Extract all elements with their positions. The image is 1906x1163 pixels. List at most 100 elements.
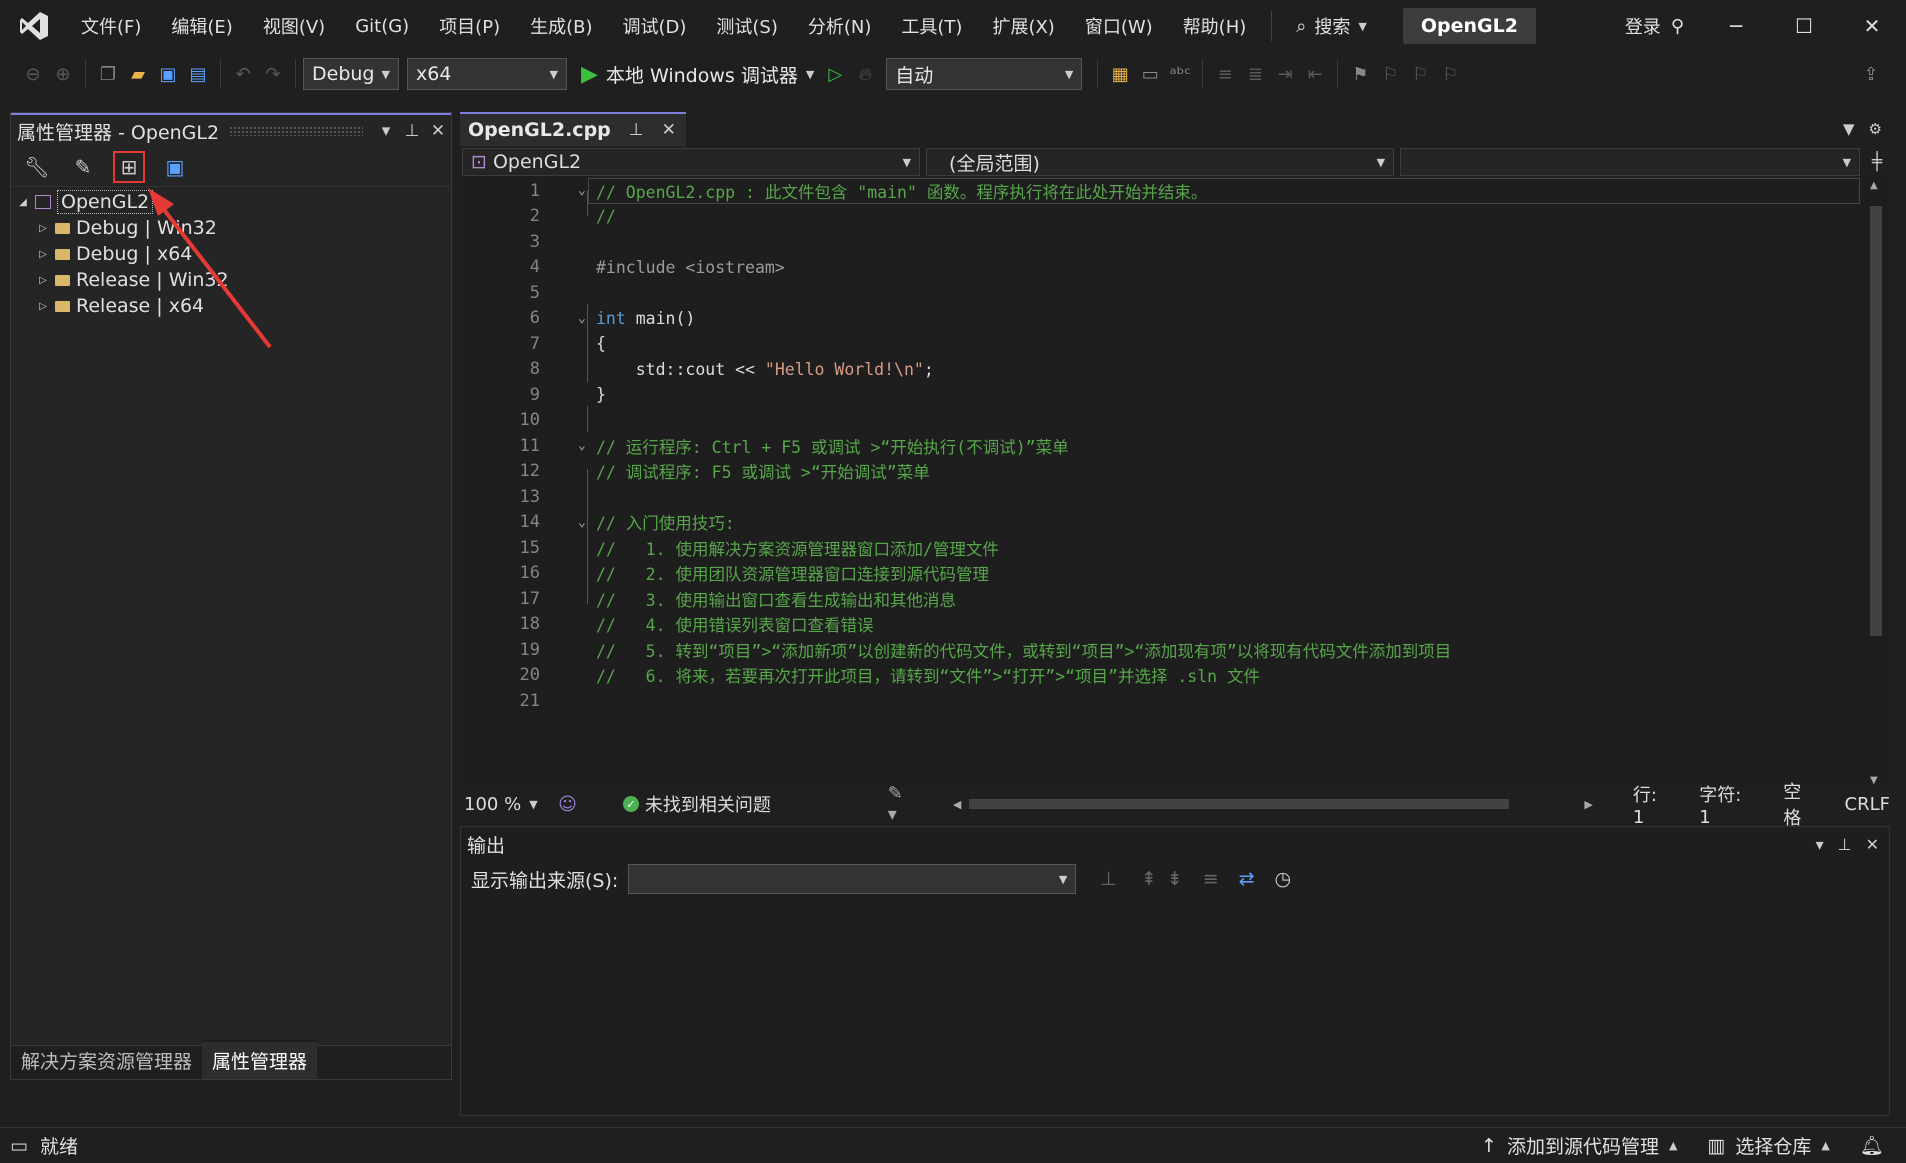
project-nav-select[interactable]: ⊡ OpenGL2 ▼	[462, 148, 921, 176]
split-icon[interactable]: ╪	[1866, 152, 1888, 172]
solution-explorer-icon[interactable]: ▦	[1105, 59, 1135, 89]
hot-reload-icon[interactable]: 🔥︎	[850, 59, 880, 89]
scope-nav-select[interactable]: (全局范围) ▼	[926, 148, 1395, 176]
live-share-icon[interactable]: ⇪	[1856, 59, 1886, 89]
indent-icon[interactable]: ⇥	[1270, 59, 1300, 89]
tree-item-config[interactable]: ▷ Release | Win32	[11, 267, 451, 293]
tree-item-config[interactable]: ▷ Release | x64	[11, 293, 451, 319]
pin-icon[interactable]: ⊥	[629, 120, 644, 140]
eol-indicator[interactable]: CRLF	[1845, 794, 1890, 815]
scroll-left-icon[interactable]: ◀	[953, 798, 961, 811]
scroll-up-icon[interactable]: ▲	[1870, 180, 1878, 191]
menu-item[interactable]: 视图(V)	[248, 0, 340, 52]
menu-item[interactable]: 编辑(E)	[156, 0, 247, 52]
redo-icon[interactable]: ↷	[258, 59, 288, 89]
expand-icon[interactable]: ▷	[35, 223, 51, 234]
layout-icon[interactable]: ▭	[1135, 59, 1165, 89]
properties-wrench-icon[interactable]: 🔧︎	[21, 151, 53, 183]
chevron-down-icon[interactable]: ▼	[1843, 120, 1855, 138]
maximize-button[interactable]: ☐	[1770, 0, 1838, 52]
add-property-sheet-icon[interactable]: ✎	[67, 151, 99, 183]
comment-icon[interactable]: ≡	[1210, 59, 1240, 89]
expand-icon[interactable]: ▷	[35, 249, 51, 260]
uncomment-icon[interactable]: ≣	[1240, 59, 1270, 89]
drag-grip[interactable]	[229, 126, 363, 136]
search-button[interactable]: ⌕ 搜索 ▼	[1282, 13, 1381, 39]
menu-item[interactable]: 分析(N)	[793, 0, 887, 52]
clear-all-icon[interactable]: ≡	[1203, 868, 1219, 890]
tree-item-config[interactable]: ▷ Debug | x64	[11, 241, 451, 267]
scroll-down-icon[interactable]: ▼	[1870, 775, 1878, 786]
add-to-source-control-button[interactable]: ↑ 添加到源代码管理 ▲	[1481, 1132, 1677, 1159]
menu-item[interactable]: 文件(F)	[66, 0, 156, 52]
tree-item-config[interactable]: ▷ Debug | Win32	[11, 215, 451, 241]
cleanup-brush-icon[interactable]: ✎ ▾	[888, 783, 917, 825]
char-indicator[interactable]: 字符: 1	[1699, 781, 1757, 828]
close-icon[interactable]: ✕	[1866, 835, 1879, 854]
save-icon[interactable]: ▣	[159, 151, 191, 183]
menu-item[interactable]: 项目(P)	[424, 0, 515, 52]
next-bookmark-icon[interactable]: ⚐	[1405, 59, 1435, 89]
undo-icon[interactable]: ↶	[228, 59, 258, 89]
close-window-button[interactable]: ✕	[1838, 0, 1906, 52]
add-new-property-sheet-button[interactable]: ⊞	[113, 150, 145, 183]
fold-chevron-icon[interactable]: ⌄	[578, 183, 586, 198]
tree-item-project[interactable]: ◢ OpenGL2	[11, 189, 451, 215]
menu-item[interactable]: 扩展(X)	[977, 0, 1069, 52]
new-project-icon[interactable]: ❐	[93, 59, 123, 89]
tab-solution-explorer[interactable]: 解决方案资源管理器	[11, 1042, 202, 1079]
tab-property-manager[interactable]: 属性管理器	[202, 1040, 318, 1079]
expand-icon[interactable]: ▷	[35, 275, 51, 286]
output-status-icon[interactable]: ▭	[10, 1135, 28, 1157]
vertical-scrollbar[interactable]: ▲ ▼	[1862, 178, 1890, 788]
chevron-down-icon[interactable]: ▾	[1816, 835, 1824, 854]
login-button[interactable]: 登录 ⚲	[1625, 13, 1684, 39]
prev-message-icon[interactable]: ⇞	[1141, 868, 1157, 890]
pin-icon[interactable]: ⊥	[1838, 835, 1852, 854]
start-debugging-button[interactable]: ▶ 本地 Windows 调试器 ▼	[581, 61, 814, 88]
forward-icon[interactable]: ⊕	[48, 59, 78, 89]
configuration-select[interactable]: Debug ▼	[303, 58, 399, 90]
member-nav-select[interactable]: ▼	[1400, 148, 1861, 176]
open-file-icon[interactable]: ▰	[123, 59, 153, 89]
menu-item[interactable]: 窗口(W)	[1070, 0, 1168, 52]
outdent-icon[interactable]: ⇤	[1300, 59, 1330, 89]
start-without-debugging-icon[interactable]: ▷	[820, 59, 850, 89]
select-repository-button[interactable]: ▥ 选择仓库 ▲	[1707, 1132, 1829, 1159]
menu-item[interactable]: 工具(T)	[886, 0, 977, 52]
spellcheck-icon[interactable]: ᵃᵇᶜ	[1165, 59, 1195, 89]
fold-chevron-icon[interactable]: ⌄	[578, 311, 586, 326]
platform-select[interactable]: x64 ▼	[407, 58, 567, 90]
auto-select[interactable]: 自动 ▼	[886, 58, 1083, 90]
pin-icon[interactable]: ⊥	[399, 121, 425, 141]
next-message-icon[interactable]: ⇟	[1167, 868, 1183, 890]
horizontal-scrollbar[interactable]	[969, 797, 1576, 811]
fold-chevron-icon[interactable]: ⌄	[578, 515, 586, 530]
fold-chevron-icon[interactable]: ⌄	[578, 438, 586, 453]
menu-item[interactable]: 测试(S)	[701, 0, 792, 52]
chevron-down-icon[interactable]: ▾	[373, 121, 399, 141]
prev-bookmark-icon[interactable]: ⚐	[1375, 59, 1405, 89]
menu-item[interactable]: 调试(D)	[608, 0, 702, 52]
code-text-area[interactable]: 1 ⌄ // OpenGL2.cpp : 此文件包含 "main" 函数。程序执行将…	[460, 178, 1890, 788]
whitespace-indicator[interactable]: 空格	[1783, 778, 1818, 830]
save-all-icon[interactable]: ▤	[183, 59, 213, 89]
line-indicator[interactable]: 行: 1	[1633, 781, 1673, 828]
gear-icon[interactable]: ⚙	[1869, 120, 1882, 138]
output-source-select[interactable]: ▼	[628, 864, 1077, 894]
menu-item[interactable]: Git(G)	[340, 0, 424, 52]
save-icon[interactable]: ▣	[153, 59, 183, 89]
scroll-thumb[interactable]	[1870, 206, 1882, 636]
clear-bookmarks-icon[interactable]: ⚐	[1435, 59, 1465, 89]
menu-item[interactable]: 生成(B)	[515, 0, 607, 52]
word-wrap-icon[interactable]: ⇄	[1239, 868, 1255, 890]
scroll-right-icon[interactable]: ▶	[1584, 798, 1592, 811]
notifications-bell-icon[interactable]: 🔔︎	[1860, 1134, 1884, 1157]
scroll-thumb[interactable]	[969, 799, 1510, 809]
find-message-icon[interactable]: ⊥	[1100, 868, 1117, 890]
menu-item[interactable]: 帮助(H)	[1168, 0, 1262, 52]
copilot-icon[interactable]: ☺	[558, 794, 577, 815]
zoom-select[interactable]: 100 % ▼	[460, 794, 554, 815]
minimize-button[interactable]: ─	[1702, 0, 1770, 52]
tab-opengl2-cpp[interactable]: OpenGL2.cpp ⊥ ✕	[460, 112, 686, 146]
